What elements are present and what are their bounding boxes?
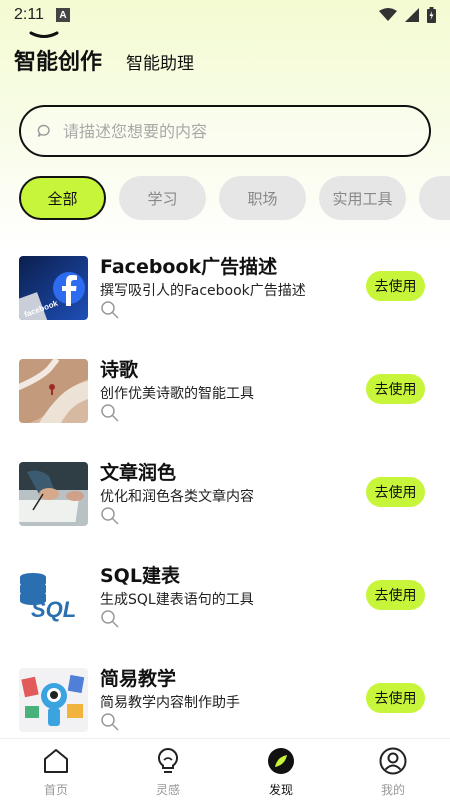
item-title: SQL建表 — [100, 565, 180, 587]
list-item[interactable]: 诗歌 创作优美诗歌的智能工具 去使用 — [0, 343, 450, 433]
search-icon — [101, 507, 119, 525]
chip-all[interactable]: 全部 — [19, 176, 106, 220]
search-icon — [101, 713, 119, 731]
signal-icon — [405, 8, 419, 22]
status-indicators — [379, 7, 436, 23]
list-item[interactable]: 文章润色 优化和润色各类文章内容 去使用 — [0, 446, 450, 536]
item-title: 诗歌 — [100, 359, 139, 381]
search-icon — [101, 404, 119, 422]
category-chips: 全部 学习 职场 实用工具 — [19, 176, 450, 220]
profile-icon — [379, 747, 407, 775]
nav-label: 灵感 — [155, 783, 180, 797]
top-tabs: 智能创作 智能助理 — [14, 44, 194, 76]
chip-more[interactable] — [419, 176, 450, 220]
item-description: 简易教学内容制作助手 — [100, 695, 240, 711]
search-bar[interactable] — [19, 105, 431, 157]
item-title: 简易教学 — [100, 668, 177, 690]
nav-discover[interactable]: 发现 — [246, 739, 316, 800]
facebook-thumbnail: facebook — [19, 256, 88, 320]
item-description: 优化和润色各类文章内容 — [100, 489, 254, 505]
battery-icon — [427, 7, 436, 23]
status-bar: 2:11 A — [0, 0, 450, 30]
use-button[interactable]: 去使用 — [366, 271, 425, 301]
use-button[interactable]: 去使用 — [366, 683, 425, 713]
list-item[interactable]: SQL SQL建表 生成SQL建表语句的工具 去使用 — [0, 549, 450, 639]
a-square-icon: A — [55, 8, 70, 22]
nav-label: 发现 — [268, 783, 293, 797]
nav-profile[interactable]: 我的 — [358, 739, 428, 800]
status-time: 2:11 — [14, 6, 44, 23]
use-button[interactable]: 去使用 — [366, 477, 425, 507]
tab-smart-assistant[interactable]: 智能助理 — [126, 49, 194, 74]
home-icon — [44, 749, 68, 773]
nav-inspiration[interactable]: 灵感 — [133, 739, 203, 800]
poetry-thumbnail — [19, 359, 88, 423]
item-description: 生成SQL建表语句的工具 — [100, 592, 254, 608]
active-tab-indicator — [29, 31, 59, 38]
chip-study[interactable]: 学习 — [119, 176, 206, 220]
sql-logo-text: SQL — [31, 597, 76, 622]
nav-home[interactable]: 首页 — [21, 739, 91, 800]
list-item[interactable]: 简易教学 简易教学内容制作助手 去使用 — [0, 652, 450, 742]
teaching-thumbnail — [19, 668, 88, 732]
chat-bubble-icon — [37, 124, 50, 137]
item-description: 撰写吸引人的Facebook广告描述 — [100, 283, 306, 299]
discover-icon — [268, 748, 294, 774]
lightbulb-icon — [157, 747, 179, 773]
wifi-icon — [379, 8, 397, 21]
item-title: Facebook广告描述 — [100, 256, 278, 278]
item-description: 创作优美诗歌的智能工具 — [100, 386, 254, 402]
chip-utility-tools[interactable]: 实用工具 — [319, 176, 406, 220]
bottom-nav: 首页 灵感 发现 我的 — [0, 738, 450, 800]
nav-label: 我的 — [380, 783, 405, 797]
sql-thumbnail: SQL — [19, 565, 88, 629]
chip-workplace[interactable]: 职场 — [219, 176, 306, 220]
nav-label: 首页 — [43, 783, 68, 797]
list-item[interactable]: facebook Facebook广告描述 撰写吸引人的Facebook广告描述… — [0, 240, 450, 330]
use-button[interactable]: 去使用 — [366, 374, 425, 404]
search-icon — [101, 301, 119, 319]
search-input[interactable] — [63, 121, 363, 141]
writing-thumbnail — [19, 462, 88, 526]
item-title: 文章润色 — [100, 462, 177, 484]
search-icon — [101, 610, 119, 628]
use-button[interactable]: 去使用 — [366, 580, 425, 610]
tab-smart-creation[interactable]: 智能创作 — [14, 44, 102, 76]
